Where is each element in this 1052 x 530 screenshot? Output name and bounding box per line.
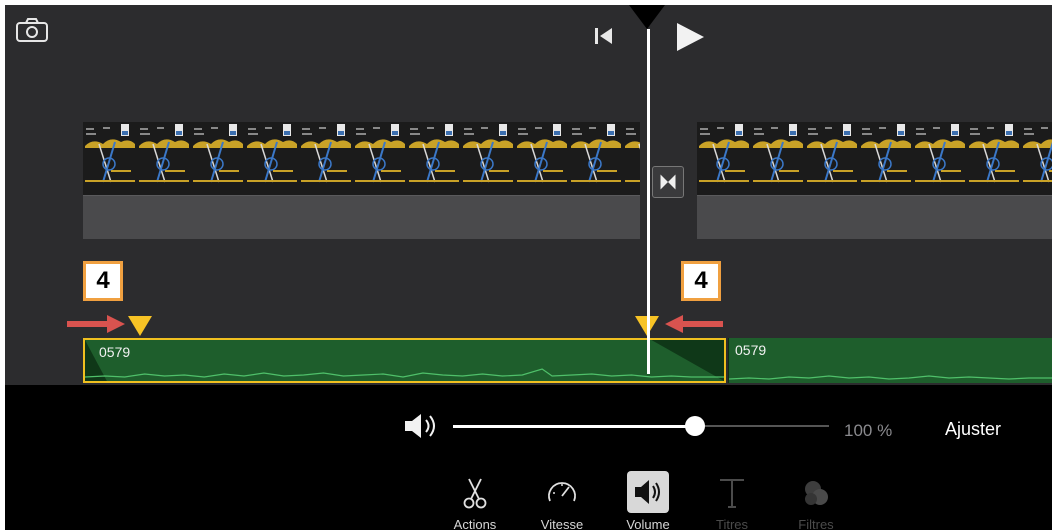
volume-slider-thumb[interactable]	[685, 416, 705, 436]
audio-clip-name: 0579	[735, 342, 767, 358]
audio-waveform	[729, 375, 1052, 380]
annotation-arrow-left-icon	[665, 315, 723, 333]
volume-percentage: 100 %	[844, 421, 893, 440]
tab-titles[interactable]: Titres	[697, 465, 767, 530]
skip-back-icon[interactable]	[593, 25, 615, 47]
tab-speed[interactable]: Vitesse	[527, 465, 597, 530]
clip-thumbnails	[697, 122, 1052, 196]
video-clip[interactable]	[83, 122, 640, 239]
filters-icon	[805, 481, 828, 505]
thumbnail-strip	[697, 122, 1052, 196]
transition-icon[interactable]	[652, 166, 684, 198]
imovie-app: 4 4 0579 0579 100 % Ajuster Actions Vite…	[5, 5, 1052, 530]
speedometer-icon	[548, 482, 576, 502]
tab-label: Vitesse	[540, 517, 584, 530]
speaker-icon	[405, 414, 435, 438]
volume-control-bar: 100 % Ajuster	[5, 385, 1052, 465]
tab-label: Filtres	[798, 517, 834, 530]
audio-waveform	[85, 368, 724, 378]
volume-slider[interactable]	[453, 415, 829, 437]
scissors-icon	[463, 478, 487, 509]
fade-in-handle[interactable]	[128, 316, 152, 336]
tab-filters[interactable]: Filtres	[781, 465, 851, 530]
tab-volume-selected[interactable]: Volume	[613, 465, 683, 530]
audio-clip[interactable]: 0579	[728, 338, 1052, 383]
detached-audio-lane	[83, 195, 640, 239]
volume-slider-track	[695, 425, 829, 427]
annotation-number-badge: 4	[83, 261, 123, 301]
tab-label: Volume	[626, 517, 670, 530]
volume-slider-fill	[453, 425, 695, 428]
annotation-number-badge: 4	[681, 261, 721, 301]
volume-icon	[635, 480, 660, 504]
playhead[interactable]	[647, 29, 650, 374]
thumbnail-strip	[83, 122, 640, 196]
tab-label: Titres	[715, 517, 749, 530]
tab-actions[interactable]: Actions	[440, 465, 510, 530]
tab-label: Actions	[453, 517, 497, 530]
annotation-arrow-right-icon	[67, 315, 125, 333]
playhead-notch	[629, 5, 665, 29]
inspector-toolbar: Actions Vitesse Volume Titres Filtres	[5, 465, 1052, 530]
clip-thumbnails	[83, 122, 640, 196]
audio-clip-selected[interactable]: 0579	[83, 338, 726, 383]
adjust-button[interactable]: Ajuster	[945, 419, 1001, 440]
title-icon	[720, 479, 744, 508]
play-icon[interactable]	[673, 21, 707, 53]
video-clip[interactable]	[697, 122, 1052, 239]
camera-icon[interactable]	[15, 17, 49, 43]
detached-audio-lane	[697, 195, 1052, 239]
timeline-editor: 4 4 0579 0579	[5, 5, 1052, 385]
audio-clip-name: 0579	[99, 344, 131, 360]
